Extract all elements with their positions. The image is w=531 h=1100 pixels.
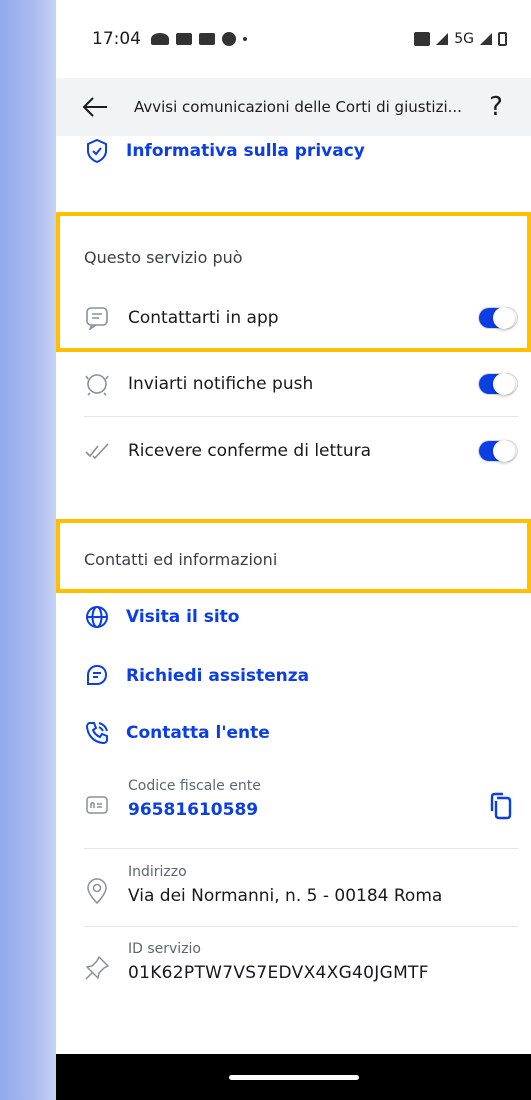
- service-id-value[interactable]: 01K62PTW7VS7EDVX4XG40JGMTF: [128, 963, 518, 983]
- permission-label-read-receipts: Ricevere conferme di lettura: [128, 441, 372, 461]
- more-notifications-icon: [243, 37, 247, 41]
- contact-entity-link[interactable]: Contatta l'ente: [84, 720, 270, 746]
- shield-check-icon: [84, 138, 110, 164]
- privacy-link-label: Informativa sulla privacy: [126, 141, 365, 161]
- double-check-icon: [84, 438, 110, 464]
- permissions-section-title: Questo servizio può: [84, 248, 243, 267]
- status-time: 17:04: [92, 29, 141, 49]
- privacy-link[interactable]: Informativa sulla privacy: [84, 138, 365, 164]
- question-mark-icon[interactable]: ?: [481, 92, 511, 122]
- location-pin-icon: [84, 878, 110, 904]
- phone-icon: [84, 720, 110, 746]
- chat-icon: [84, 663, 110, 689]
- toggle-read-receipts[interactable]: [478, 440, 518, 462]
- toggle-contact[interactable]: [478, 307, 518, 329]
- request-assistance-link[interactable]: Richiedi assistenza: [84, 663, 309, 689]
- signal-icon: [480, 33, 492, 45]
- contacts-section-title: Contatti ed informazioni: [84, 550, 278, 569]
- background-left: [0, 0, 56, 1100]
- navigation-bar: [56, 1054, 531, 1100]
- address-value[interactable]: Via dei Normanni, n. 5 - 00184 Roma: [128, 886, 518, 906]
- message-icon: [84, 305, 110, 331]
- copy-icon[interactable]: [488, 792, 514, 820]
- divider: [84, 926, 518, 927]
- pin-icon: [84, 955, 110, 981]
- toggle-push[interactable]: [478, 373, 518, 395]
- permission-label-contact: Contattarti in app: [128, 308, 279, 328]
- visit-site-link[interactable]: Visita il sito: [84, 604, 239, 630]
- address-label: Indirizzo: [128, 864, 187, 880]
- youtube-icon: [199, 33, 215, 45]
- permission-row-contact: Contattarti in app: [84, 286, 518, 350]
- app-notification-icon: [151, 33, 169, 45]
- chrome-icon: [222, 32, 236, 46]
- address-row: Indirizzo Via dei Normanni, n. 5 - 00184…: [84, 864, 518, 906]
- home-handle[interactable]: [228, 1074, 359, 1080]
- fiscal-code-row: Codice fiscale ente 96581610589: [84, 778, 518, 820]
- service-id-label: ID servizio: [128, 941, 202, 957]
- contact-entity-label: Contatta l'ente: [126, 723, 270, 743]
- phone-screen: 17:04 5G Avvisi comunicazioni delle Cort…: [56, 0, 531, 1100]
- bell-icon: [84, 371, 110, 397]
- arrow-left-icon[interactable]: [80, 92, 110, 122]
- signal-icon: [436, 33, 449, 45]
- youtube-icon: [176, 33, 192, 45]
- request-assistance-label: Richiedi assistenza: [126, 666, 310, 686]
- permission-row-read-receipts: Ricevere conferme di lettura: [84, 419, 518, 483]
- visit-site-label: Visita il sito: [126, 607, 240, 627]
- divider: [84, 350, 518, 351]
- divider: [84, 416, 518, 417]
- network-type: 5G: [454, 31, 474, 47]
- service-id-row: ID servizio 01K62PTW7VS7EDVX4XG40JGMTF: [84, 941, 518, 983]
- permission-label-push: Inviarti notifiche push: [128, 374, 314, 394]
- status-bar: 17:04 5G: [56, 0, 531, 78]
- id-card-icon: [84, 792, 110, 818]
- app-bar: Avvisi comunicazioni delle Corti di gius…: [56, 78, 531, 136]
- fiscal-code-label: Codice fiscale ente: [128, 778, 261, 794]
- page-title: Avvisi comunicazioni delle Corti di gius…: [134, 98, 462, 116]
- volte-icon: [414, 32, 431, 46]
- permission-row-push: Inviarti notifiche push: [84, 352, 518, 416]
- battery-icon: [498, 32, 507, 46]
- divider: [84, 848, 518, 849]
- fiscal-code-value[interactable]: 96581610589: [128, 800, 518, 820]
- globe-icon: [84, 604, 110, 630]
